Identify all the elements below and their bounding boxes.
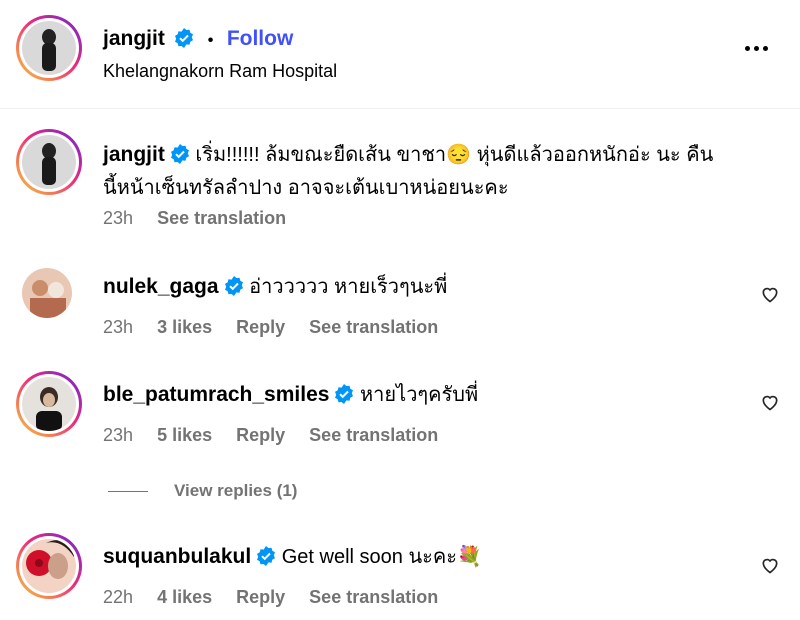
comment-username[interactable]: nulek_gaga [103, 275, 219, 298]
commenter-avatar[interactable] [22, 268, 72, 318]
see-translation-button[interactable]: See translation [309, 425, 438, 445]
likes-count[interactable]: 3 likes [157, 317, 212, 337]
location-link[interactable]: Khelangnakorn Ram Hospital [103, 61, 337, 82]
comment-username[interactable]: suquanbulakul [103, 545, 251, 568]
comment-time: 23h [103, 425, 134, 445]
verified-badge-icon [224, 276, 243, 296]
profile-avatar[interactable] [16, 15, 82, 81]
comment-text: ble_patumrach_smiles หายไวๆครับพี่ [103, 378, 478, 412]
comment-time: 22h [103, 587, 134, 607]
reply-button[interactable]: Reply [236, 587, 285, 607]
caption-username[interactable]: jangjit [103, 143, 165, 166]
replies-divider [108, 491, 148, 493]
more-options-icon[interactable] [743, 38, 770, 56]
heart-icon[interactable] [760, 284, 780, 304]
view-replies-label[interactable]: View replies (1) [174, 481, 297, 500]
view-replies-button[interactable]: View replies (1) [108, 481, 297, 501]
see-translation-button[interactable]: See translation [157, 208, 286, 228]
comment-username[interactable]: ble_patumrach_smiles [103, 383, 329, 406]
verified-badge-icon [335, 384, 354, 404]
comment-body: อ่าววววว หายเร็วๆนะพี่ [249, 276, 448, 298]
follow-button[interactable]: Follow [227, 27, 294, 50]
comment-text: suquanbulakul Get well soon นะคะ💐 [103, 540, 482, 574]
commenter-avatar[interactable] [16, 371, 82, 437]
comment-body: Get well soon นะคะ💐 [281, 546, 482, 568]
caption-line-1: เริ่ม!!!!!! ล้มขณะยืดเส้น ขาชา😔 หุ่นดีแล… [195, 144, 714, 166]
caption-avatar[interactable] [16, 129, 82, 195]
verified-badge-icon [175, 28, 194, 48]
heart-icon[interactable] [760, 555, 780, 575]
reply-button[interactable]: Reply [236, 317, 285, 337]
separator-dot: • [207, 32, 214, 49]
commenter-avatar[interactable] [16, 533, 82, 599]
comment-meta: 23h 3 likes Reply See translation [103, 317, 457, 338]
caption-meta: 23h See translation [103, 208, 305, 229]
see-translation-button[interactable]: See translation [309, 587, 438, 607]
username-link[interactable]: jangjit [103, 27, 165, 50]
verified-badge-icon [257, 546, 276, 566]
caption-time: 23h [103, 208, 134, 228]
comment-meta: 23h 5 likes Reply See translation [103, 425, 457, 446]
see-translation-button[interactable]: See translation [309, 317, 438, 337]
likes-count[interactable]: 5 likes [157, 425, 212, 445]
comment-text: nulek_gaga อ่าววววว หายเร็วๆนะพี่ [103, 270, 447, 304]
comment-body: หายไวๆครับพี่ [360, 384, 479, 406]
comment-time: 23h [103, 317, 134, 337]
caption-line-2: นี้หน้าเซ็นทรัลลำปาง อาจจะเต้นเบาหน่อยนะ… [103, 177, 509, 199]
likes-count[interactable]: 4 likes [157, 587, 212, 607]
caption-text: jangjit เริ่ม!!!!!! ล้มขณะยืดเส้น ขาชา😔 … [103, 138, 713, 205]
post-header: jangjit • Follow Khelangnakorn Ram Hospi… [0, 0, 800, 109]
comment-meta: 22h 4 likes Reply See translation [103, 587, 457, 608]
reply-button[interactable]: Reply [236, 425, 285, 445]
heart-icon[interactable] [760, 392, 780, 412]
verified-badge-icon [170, 144, 189, 164]
